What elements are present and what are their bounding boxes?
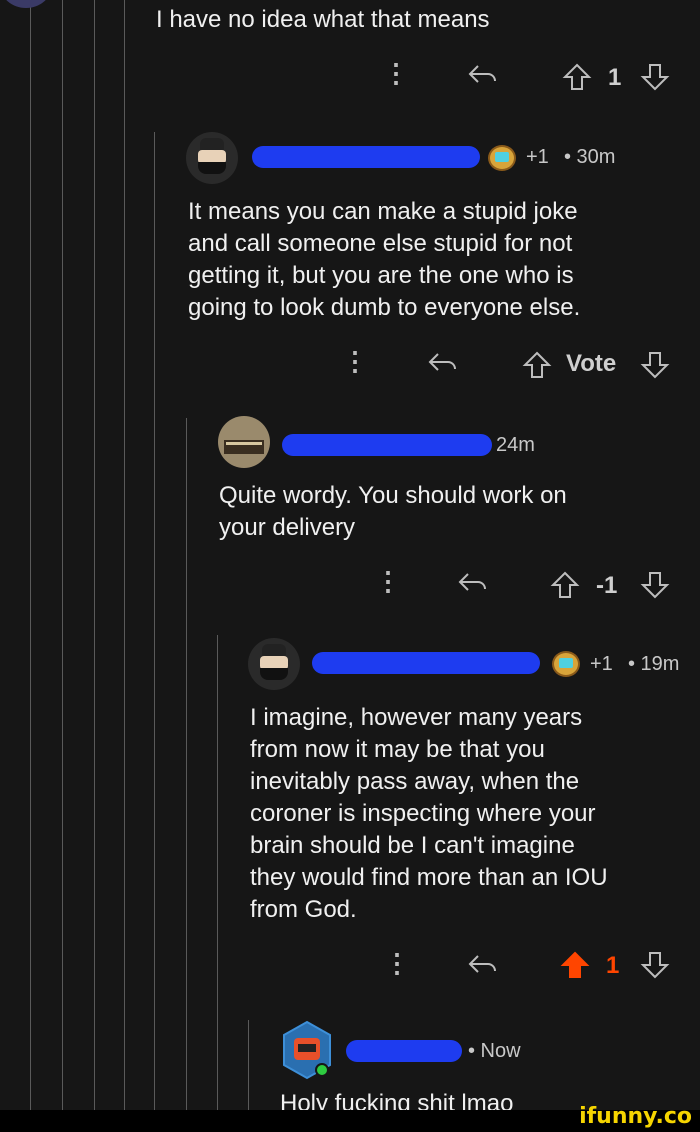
upvote-icon[interactable] (522, 350, 552, 380)
more-options-icon[interactable]: ⋮ (384, 948, 410, 979)
comment-text: I have no idea what that means (156, 6, 490, 33)
avatar[interactable] (280, 1020, 334, 1080)
vote-count: 1 (608, 64, 622, 91)
karma: +1 (526, 146, 549, 168)
downvote-icon[interactable] (640, 950, 670, 980)
karma: +1 (590, 653, 613, 675)
thread-line (124, 0, 125, 1110)
avatar[interactable] (218, 416, 270, 468)
thread-line (30, 0, 31, 1110)
redacted-username (312, 652, 540, 674)
timestamp: 24m (496, 434, 535, 456)
avatar[interactable] (0, 0, 52, 8)
vote-count: -1 (596, 572, 618, 599)
thread-line (154, 132, 155, 1110)
redacted-username (282, 434, 492, 456)
upvote-active-icon[interactable] (560, 950, 590, 980)
downvote-icon[interactable] (640, 570, 670, 600)
thread-line (217, 635, 218, 1110)
redacted-username (346, 1040, 462, 1062)
comment-text: It means you can make a stupid joke and … (188, 198, 581, 321)
downvote-icon[interactable] (640, 350, 670, 380)
upvote-icon[interactable] (562, 62, 592, 92)
reply-icon[interactable] (466, 60, 498, 90)
avatar[interactable] (248, 638, 300, 690)
comment-text: Quite wordy. You should work on your del… (219, 482, 567, 541)
timestamp: • Now (468, 1040, 521, 1062)
upvote-icon[interactable] (550, 570, 580, 600)
reply-icon[interactable] (466, 950, 498, 980)
avatar[interactable] (186, 132, 238, 184)
thread-line (186, 418, 187, 1110)
more-options-icon[interactable]: ⋮ (342, 346, 368, 377)
thread-line (94, 0, 95, 1110)
timestamp: • 19m (628, 653, 680, 675)
more-options-icon[interactable]: ⋮ (375, 566, 401, 597)
reply-icon[interactable] (426, 348, 458, 378)
badge-icon (552, 651, 580, 677)
timestamp: • 30m (564, 146, 616, 168)
redacted-username (252, 146, 480, 168)
badge-icon (488, 145, 516, 171)
downvote-icon[interactable] (640, 62, 670, 92)
reply-icon[interactable] (456, 568, 488, 598)
thread-line (62, 0, 63, 1110)
more-options-icon[interactable]: ⋮ (383, 58, 409, 89)
vote-label: Vote (566, 350, 617, 377)
comment-text: I imagine, however many years from now i… (250, 704, 608, 923)
thread-line (248, 1020, 249, 1110)
watermark-logo: ifunny.co (579, 1104, 692, 1129)
vote-count: 1 (606, 952, 620, 979)
